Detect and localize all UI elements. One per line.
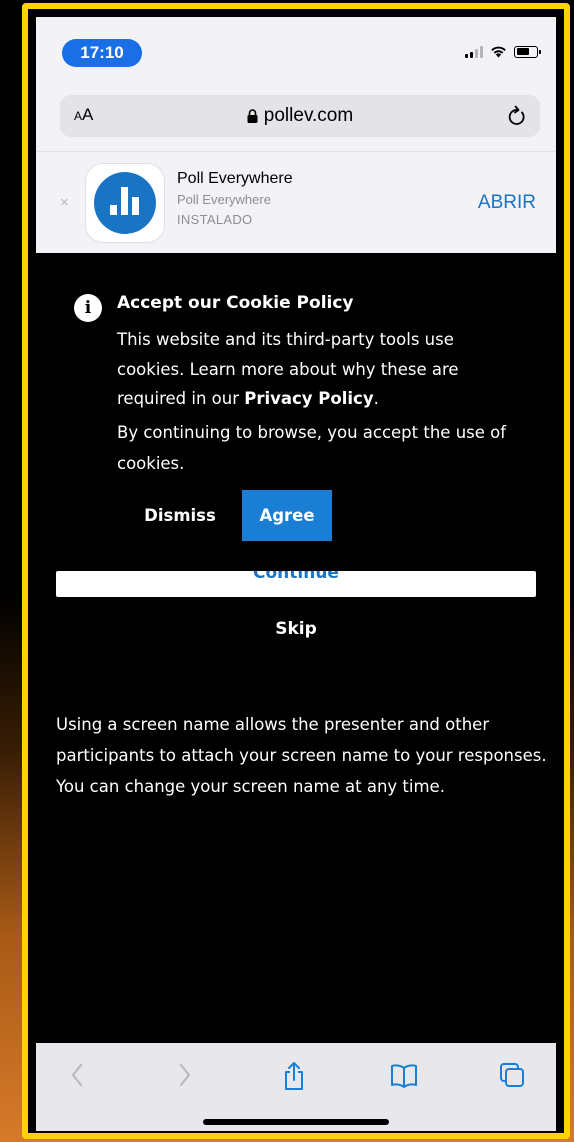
privacy-policy-link[interactable]: Privacy Policy [244,389,373,408]
skip-link[interactable]: Skip [236,619,356,639]
tabs-icon[interactable] [498,1061,526,1089]
browser-toolbar [36,1043,556,1131]
back-icon[interactable] [66,1061,90,1089]
screen-name-help-text: Using a screen name allows the presenter… [56,715,547,796]
close-icon[interactable]: × [60,194,69,211]
continue-button[interactable]: Continue [56,571,536,597]
status-bar: 17:10 [36,17,556,89]
info-icon: i [74,294,102,322]
url-area: AA pollev.com [36,89,556,151]
yellow-frame: 17:10 AA pollev.com × Poll Everywhere Po… [22,3,570,1139]
agree-button[interactable]: Agree [242,490,332,541]
app-install-status: INSTALADO [177,212,253,227]
dismiss-button[interactable]: Dismiss [134,490,226,540]
smart-app-banner: × Poll Everywhere Poll Everywhere INSTAL… [36,151,556,253]
app-icon[interactable] [85,163,165,243]
share-icon[interactable] [281,1061,307,1091]
cookie-browse-notice: By continuing to browse, you accept the … [117,423,507,473]
cookie-title: Accept our Cookie Policy [117,293,354,313]
status-icons [465,45,541,58]
address-bar[interactable]: AA pollev.com [60,95,540,137]
poll-everywhere-logo-icon [94,172,156,234]
app-name: Poll Everywhere [177,170,293,187]
url-domain: pollev.com [263,105,354,126]
text-size-button[interactable]: AA [74,105,93,125]
forward-icon[interactable] [172,1061,196,1089]
lock-icon [247,109,258,123]
bookmarks-icon[interactable] [389,1061,419,1089]
phone-screen: 17:10 AA pollev.com × Poll Everywhere Po… [36,17,556,1131]
app-developer: Poll Everywhere [177,192,271,207]
cookie-description: This website and its third-party tools u… [117,330,459,408]
open-app-button[interactable]: ABRIR [478,192,536,214]
page-content: i Accept our Cookie Policy This website … [36,253,556,1043]
home-indicator[interactable] [203,1119,389,1125]
url-display[interactable]: pollev.com [247,105,353,127]
cellular-signal-icon [465,45,483,58]
reload-icon[interactable] [506,104,528,128]
wifi-icon [491,46,506,58]
battery-icon [514,45,541,58]
status-time[interactable]: 17:10 [62,39,142,67]
